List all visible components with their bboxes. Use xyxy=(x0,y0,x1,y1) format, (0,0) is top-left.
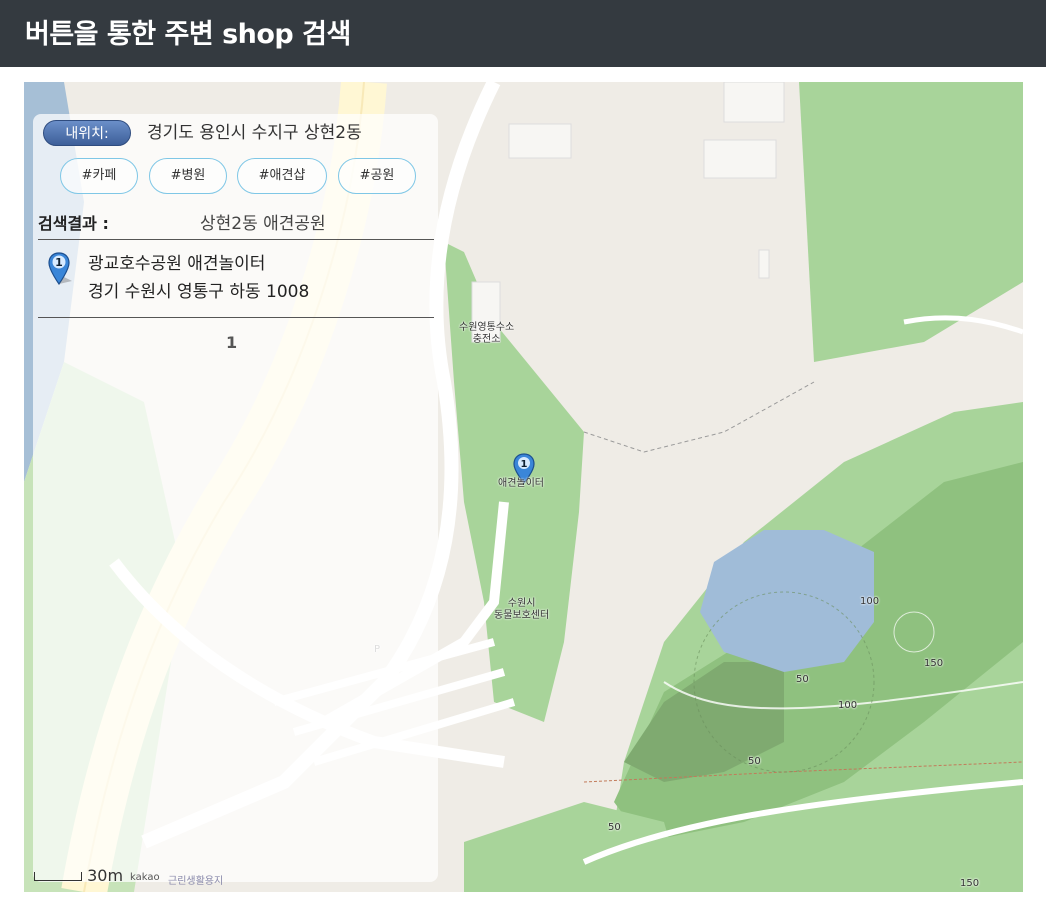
station-label-line1: 수원영통수소 xyxy=(459,322,515,333)
animal-center-label-line1: 수원시 xyxy=(507,598,536,609)
category-hospital-button[interactable]: #병원 xyxy=(149,158,227,194)
station-label: 수원영통수소 충전소 xyxy=(459,322,514,346)
category-petshop-button[interactable]: #애견샵 xyxy=(237,158,327,194)
result-marker-icon: 1 xyxy=(48,252,72,286)
map-scale: 30m xyxy=(34,866,123,885)
pagination-page-1[interactable]: 1 xyxy=(226,333,237,352)
current-address: 경기도 용인시 수지구 상현2동 xyxy=(147,123,362,143)
contour-label: 100 xyxy=(860,596,880,607)
animal-center-label: 수원시 동물보호센터 xyxy=(494,598,549,622)
result-place-address: 경기 수원시 영통구 하동 1008 xyxy=(88,282,310,302)
contour-label: 50 xyxy=(796,674,809,685)
divider xyxy=(38,317,434,318)
result-marker-number: 1 xyxy=(55,256,63,269)
map-brand-logo: kakao xyxy=(130,872,160,883)
contour-label: 50 xyxy=(608,822,621,833)
map-marker-caption: 애견놀이터 xyxy=(498,478,544,489)
contour-label: 100 xyxy=(838,700,858,711)
map-terms-link[interactable]: 근린생활용지 xyxy=(168,872,223,887)
header-bar: 버튼을 통한 주변 shop 검색 xyxy=(0,0,1046,67)
scale-text: 30m xyxy=(87,866,124,885)
page-title: 버튼을 통한 주변 shop 검색 xyxy=(25,19,351,50)
divider xyxy=(38,239,434,240)
map-marker-number: 1 xyxy=(521,459,528,470)
contour-label: 150 xyxy=(960,878,980,889)
animal-center-label-line2: 동물보호센터 xyxy=(494,610,550,621)
results-label: 검색결과 : xyxy=(38,214,109,233)
contour-label: 150 xyxy=(924,658,944,669)
station-label-line2: 충전소 xyxy=(472,334,501,345)
category-cafe-button[interactable]: #카페 xyxy=(60,158,138,194)
scale-bar xyxy=(34,872,82,881)
contour-label: 50 xyxy=(748,756,761,767)
category-park-button[interactable]: #공원 xyxy=(338,158,416,194)
results-query: 상현2동 애견공원 xyxy=(200,214,326,234)
result-place-name[interactable]: 광교호수공원 애견놀이터 xyxy=(88,252,265,276)
my-location-button[interactable]: 내위치: xyxy=(43,120,131,146)
